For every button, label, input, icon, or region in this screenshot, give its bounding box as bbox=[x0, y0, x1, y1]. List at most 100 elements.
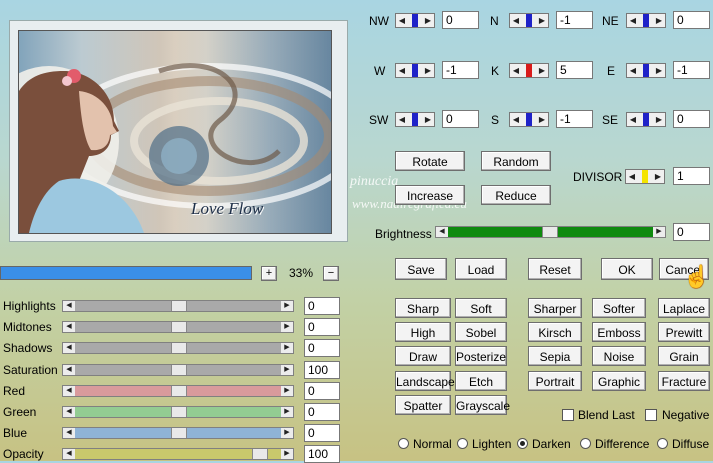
slider-right-arrow-icon[interactable]: ▶ bbox=[281, 428, 293, 439]
brightness-slider[interactable]: ◀ ▶ bbox=[435, 226, 666, 238]
matrix-field-ne[interactable]: 0 bbox=[673, 11, 710, 29]
preset-landscape-button[interactable]: Landscape bbox=[395, 370, 455, 391]
matrix-spinner-nw[interactable]: ◀ ▶ bbox=[395, 13, 435, 28]
slider-right-arrow-icon[interactable]: ▶ bbox=[281, 322, 293, 333]
matrix-field-e[interactable]: -1 bbox=[673, 61, 710, 79]
divisor-field[interactable]: 1 bbox=[673, 167, 710, 185]
slider-left-arrow-icon[interactable]: ◀ bbox=[63, 449, 75, 460]
slider-thumb[interactable] bbox=[171, 301, 187, 311]
matrix-field-se[interactable]: 0 bbox=[673, 110, 710, 128]
slider-thumb[interactable] bbox=[171, 322, 187, 333]
ok-button[interactable]: OK bbox=[601, 258, 653, 280]
adjust-slider-shadows[interactable]: ◀ ▶ bbox=[62, 342, 294, 355]
adjust-slider-green[interactable]: ◀ ▶ bbox=[62, 406, 294, 418]
slider-right-arrow-icon[interactable]: ▶ bbox=[281, 343, 293, 354]
preset-noise-button[interactable]: Noise bbox=[592, 346, 646, 367]
adjust-field-saturation[interactable]: 100 bbox=[304, 360, 340, 379]
matrix-field-k[interactable]: 5 bbox=[556, 61, 593, 79]
slider-right-arrow-icon[interactable]: ▶ bbox=[281, 301, 293, 311]
adjust-field-green[interactable]: 0 bbox=[304, 403, 340, 421]
matrix-field-w[interactable]: -1 bbox=[442, 61, 479, 79]
preset-softer-button[interactable]: Softer bbox=[592, 298, 646, 318]
preset-sobel-button[interactable]: Sobel bbox=[455, 322, 507, 343]
adjust-slider-saturation[interactable]: ◀ ▶ bbox=[62, 363, 294, 376]
matrix-spinner-w[interactable]: ◀ ▶ bbox=[395, 63, 435, 78]
matrix-spinner-se[interactable]: ◀ ▶ bbox=[626, 112, 666, 127]
blend-mode-darken-radio[interactable] bbox=[517, 438, 528, 449]
matrix-spinner-n[interactable]: ◀ ▶ bbox=[509, 13, 549, 28]
adjust-field-red[interactable]: 0 bbox=[304, 381, 340, 400]
preset-spatter-button[interactable]: Spatter bbox=[395, 394, 451, 415]
preset-grain-button[interactable]: Grain bbox=[658, 346, 710, 367]
slider-thumb[interactable] bbox=[171, 364, 187, 375]
preset-prewitt-button[interactable]: Prewitt bbox=[658, 322, 710, 343]
preset-sharper-button[interactable]: Sharper bbox=[528, 298, 582, 318]
zoom-out-button[interactable]: − bbox=[323, 266, 339, 281]
reset-button[interactable]: Reset bbox=[528, 258, 582, 280]
slider-left-arrow-icon[interactable]: ◀ bbox=[63, 385, 75, 396]
slider-left-arrow-icon[interactable]: ◀ bbox=[63, 322, 75, 333]
matrix-spinner-ne[interactable]: ◀ ▶ bbox=[626, 13, 666, 28]
adjust-field-blue[interactable]: 0 bbox=[304, 424, 340, 443]
preset-emboss-button[interactable]: Emboss bbox=[592, 322, 646, 343]
slider-left-arrow-icon[interactable]: ◀ bbox=[63, 343, 75, 354]
brightness-left-arrow[interactable]: ◀ bbox=[436, 227, 448, 237]
rotate-button[interactable]: Rotate bbox=[395, 151, 465, 171]
negative-checkbox[interactable] bbox=[645, 409, 657, 421]
preset-soft-button[interactable]: Soft bbox=[455, 298, 507, 318]
blend-mode-normal-radio[interactable] bbox=[398, 438, 409, 449]
save-button[interactable]: Save bbox=[395, 258, 447, 280]
reduce-button[interactable]: Reduce bbox=[481, 185, 551, 205]
increase-button[interactable]: Increase bbox=[395, 185, 465, 205]
brightness-right-arrow[interactable]: ▶ bbox=[653, 227, 665, 237]
slider-right-arrow-icon[interactable]: ▶ bbox=[281, 449, 293, 460]
slider-thumb[interactable] bbox=[171, 428, 187, 439]
matrix-spinner-e[interactable]: ◀ ▶ bbox=[626, 63, 666, 78]
preset-laplace-button[interactable]: Laplace bbox=[658, 298, 710, 318]
matrix-field-s[interactable]: -1 bbox=[556, 110, 593, 128]
matrix-field-sw[interactable]: 0 bbox=[442, 110, 479, 128]
blend-mode-lighten-radio[interactable] bbox=[457, 438, 468, 449]
brightness-field[interactable]: 0 bbox=[673, 223, 710, 241]
preset-sharp-button[interactable]: Sharp bbox=[395, 298, 451, 318]
preset-sepia-button[interactable]: Sepia bbox=[528, 346, 582, 367]
matrix-spinner-s[interactable]: ◀ ▶ bbox=[509, 112, 549, 127]
slider-right-arrow-icon[interactable]: ▶ bbox=[281, 407, 293, 417]
adjust-slider-red[interactable]: ◀ ▶ bbox=[62, 384, 294, 397]
preset-high-pass-button[interactable]: High Pass bbox=[395, 322, 451, 360]
adjust-field-shadows[interactable]: 0 bbox=[304, 339, 340, 358]
slider-right-arrow-icon[interactable]: ▶ bbox=[281, 364, 293, 375]
slider-left-arrow-icon[interactable]: ◀ bbox=[63, 301, 75, 311]
slider-thumb[interactable] bbox=[171, 385, 187, 396]
blend-mode-diffuse-radio[interactable] bbox=[657, 438, 668, 449]
blend-last-checkbox[interactable] bbox=[562, 409, 574, 421]
preset-posterize-button[interactable]: Posterize bbox=[455, 346, 507, 367]
adjust-slider-highlights[interactable]: ◀ ▶ bbox=[62, 300, 294, 312]
brightness-thumb[interactable] bbox=[542, 227, 558, 237]
adjust-slider-blue[interactable]: ◀ ▶ bbox=[62, 427, 294, 440]
adjust-slider-opacity[interactable]: ◀ ▶ bbox=[62, 448, 294, 461]
divisor-spinner[interactable]: ◀ ▶ bbox=[625, 169, 665, 184]
adjust-field-midtones[interactable]: 0 bbox=[304, 318, 340, 337]
adjust-field-highlights[interactable]: 0 bbox=[304, 297, 340, 315]
matrix-field-nw[interactable]: 0 bbox=[442, 11, 479, 29]
slider-left-arrow-icon[interactable]: ◀ bbox=[63, 428, 75, 439]
preset-grayscale-button[interactable]: Grayscale bbox=[455, 394, 510, 415]
slider-thumb[interactable] bbox=[252, 449, 268, 460]
matrix-field-n[interactable]: -1 bbox=[556, 11, 593, 29]
slider-right-arrow-icon[interactable]: ▶ bbox=[281, 385, 293, 396]
slider-left-arrow-icon[interactable]: ◀ bbox=[63, 364, 75, 375]
matrix-spinner-k[interactable]: ◀ ▶ bbox=[509, 63, 549, 78]
preset-portrait-button[interactable]: Portrait bbox=[528, 370, 582, 391]
blend-mode-difference-radio[interactable] bbox=[580, 438, 591, 449]
preset-etch-button[interactable]: Etch bbox=[455, 370, 507, 391]
adjust-slider-midtones[interactable]: ◀ ▶ bbox=[62, 321, 294, 334]
random-button[interactable]: Random bbox=[481, 151, 551, 171]
slider-thumb[interactable] bbox=[171, 407, 187, 417]
preset-draw-button[interactable]: Draw bbox=[395, 346, 451, 367]
zoom-in-button[interactable]: + bbox=[261, 266, 277, 281]
preset-graphic-button[interactable]: Graphic bbox=[592, 370, 646, 391]
preset-fracture-button[interactable]: Fracture bbox=[658, 370, 710, 391]
preset-kirsch-button[interactable]: Kirsch bbox=[528, 322, 582, 343]
slider-thumb[interactable] bbox=[171, 343, 187, 354]
